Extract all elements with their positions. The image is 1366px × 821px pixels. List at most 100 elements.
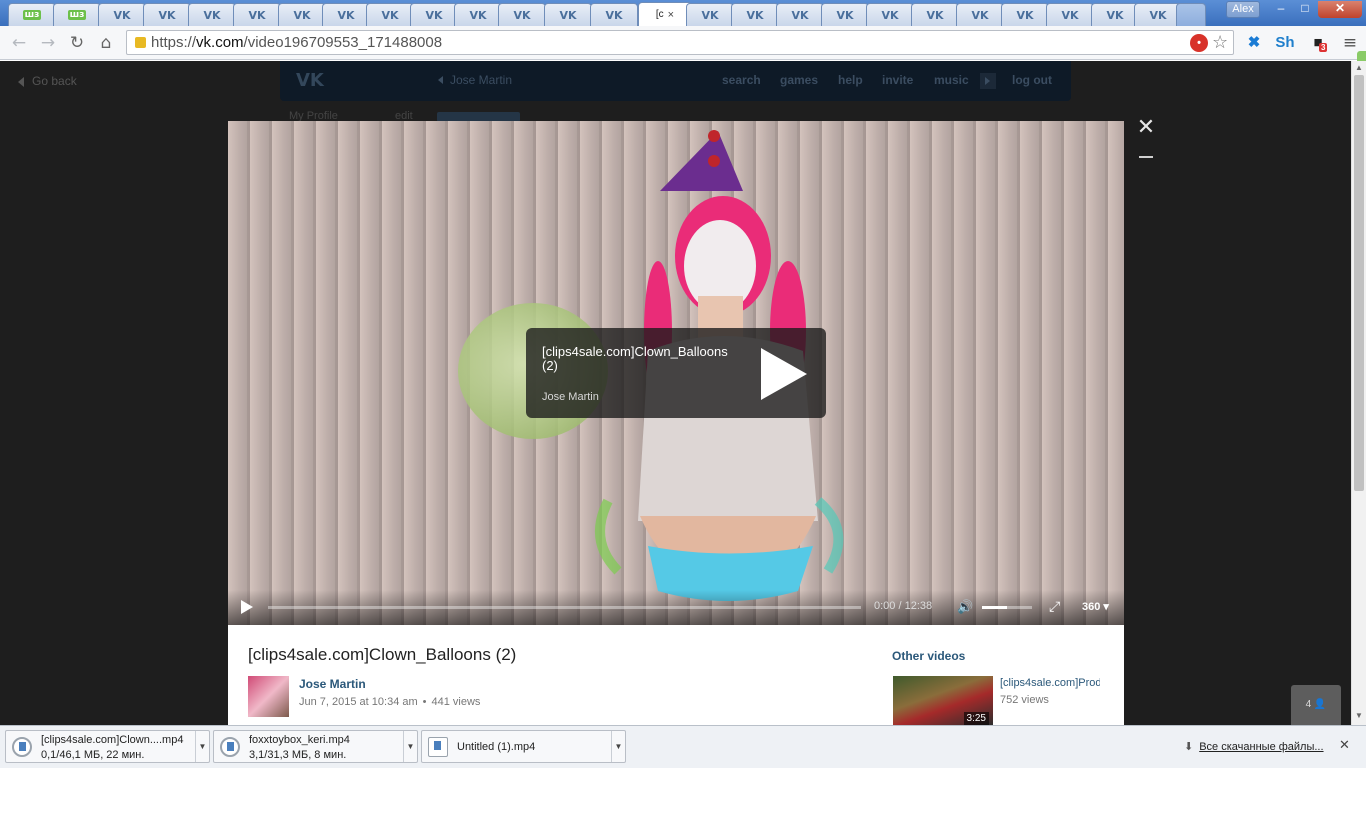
vk-icon: VK: [881, 8, 899, 22]
nav-logout[interactable]: log out: [1012, 73, 1052, 87]
volume-icon[interactable]: 🔊: [957, 600, 973, 615]
chat-count: 4: [1305, 699, 1312, 710]
tab[interactable]: VK: [1091, 3, 1139, 26]
play-icon[interactable]: [241, 600, 253, 614]
tab[interactable]: шз: [53, 3, 101, 26]
tab-active[interactable]: [c ×: [638, 2, 692, 26]
vk-icon: VK: [513, 8, 531, 22]
minimize-icon[interactable]: [1139, 156, 1153, 158]
all-downloads-label: Все скачанные файлы...: [1199, 741, 1324, 753]
new-tab-button[interactable]: [1176, 3, 1206, 26]
video-info-card[interactable]: [clips4sale.com]Clown_Balloons (2) Jose …: [526, 328, 826, 418]
close-shelf-icon[interactable]: ✕: [1339, 738, 1350, 753]
bookmark-star-icon[interactable]: ☆: [1212, 32, 1228, 53]
page-viewport: Go back VK Jose Martin search games help…: [0, 61, 1351, 725]
tab[interactable]: VK: [1046, 3, 1094, 26]
tab[interactable]: VK: [410, 3, 458, 26]
vk-icon: VK: [158, 8, 176, 22]
back-icon[interactable]: ←: [8, 32, 30, 54]
nav-music[interactable]: music: [934, 73, 969, 87]
tab[interactable]: VK: [866, 3, 914, 26]
arrow-left-icon: [438, 76, 443, 84]
tab[interactable]: VK: [590, 3, 638, 26]
extension-sh-icon[interactable]: Sh: [1274, 32, 1296, 54]
tab[interactable]: VK: [366, 3, 414, 26]
volume-slider[interactable]: [982, 606, 1032, 609]
tab[interactable]: VK: [188, 3, 236, 26]
scrollbar[interactable]: ▲ ▼: [1351, 61, 1366, 725]
tab[interactable]: VK: [686, 3, 734, 26]
card-author[interactable]: Jose Martin: [542, 391, 599, 403]
quality-label: 360: [1082, 601, 1101, 613]
vk-logo-icon[interactable]: VK: [296, 70, 324, 91]
url-text[interactable]: https://vk.com/video196709553_171488008: [151, 34, 442, 51]
progress-bar[interactable]: [268, 606, 861, 609]
related-video-views: 752 views: [1000, 694, 1049, 706]
nav-games[interactable]: games: [780, 73, 818, 87]
maximize-window-button[interactable]: □: [1294, 1, 1316, 18]
download-item[interactable]: foxxtoybox_keri.mp4 3,1/31,3 МБ, 8 мин. …: [213, 730, 418, 763]
download-menu-icon[interactable]: ▼: [195, 731, 209, 762]
download-menu-icon[interactable]: ▼: [403, 731, 417, 762]
time-display: 0:00 / 12:38: [874, 600, 933, 612]
tab[interactable]: VK: [956, 3, 1004, 26]
other-videos-heading[interactable]: Other videos: [892, 649, 965, 663]
home-icon[interactable]: ⌂: [95, 32, 117, 54]
extension-x-icon[interactable]: ✖: [1243, 32, 1265, 54]
tab[interactable]: VK: [454, 3, 502, 26]
tab[interactable]: VK: [322, 3, 370, 26]
adblock-icon[interactable]: •: [1190, 34, 1208, 52]
vk-header-user[interactable]: Jose Martin: [438, 73, 512, 87]
page-info-icon[interactable]: [135, 37, 146, 48]
tab[interactable]: VK: [776, 3, 824, 26]
download-menu-icon[interactable]: ▼: [611, 731, 625, 762]
tab[interactable]: VK: [1134, 3, 1182, 26]
vk-icon: VK: [381, 8, 399, 22]
scroll-down-icon[interactable]: ▼: [1355, 711, 1363, 720]
download-item[interactable]: [clips4sale.com]Clown....mp4 0,1/46,1 МБ…: [5, 730, 210, 763]
avatar[interactable]: [248, 676, 289, 717]
tab[interactable]: VK: [731, 3, 779, 26]
big-play-icon[interactable]: [761, 348, 807, 400]
minimize-window-button[interactable]: ‒: [1270, 1, 1292, 18]
nav-search[interactable]: search: [722, 73, 761, 87]
go-back-link[interactable]: Go back: [18, 74, 77, 88]
address-bar[interactable]: https://vk.com/video196709553_171488008 …: [126, 30, 1234, 55]
tab[interactable]: VK: [1001, 3, 1049, 26]
download-item[interactable]: Untitled (1).mp4 ▼: [421, 730, 626, 763]
video-info-panel: [clips4sale.com]Clown_Balloons (2) Jose …: [228, 625, 1124, 725]
all-downloads-link[interactable]: ⬇ Все скачанные файлы...: [1184, 740, 1324, 753]
download-progress-icon: [220, 737, 240, 757]
tab[interactable]: VK: [143, 3, 191, 26]
tab[interactable]: VK: [233, 3, 281, 26]
tab[interactable]: шз: [8, 3, 56, 26]
menu-icon[interactable]: ≡: [1340, 32, 1360, 54]
scroll-thumb[interactable]: [1354, 75, 1364, 491]
close-icon[interactable]: ✕: [1136, 117, 1156, 139]
video-player[interactable]: [clips4sale.com]Clown_Balloons (2) Jose …: [228, 121, 1124, 625]
tab[interactable]: VK: [544, 3, 592, 26]
back-arrow-icon: [18, 76, 24, 87]
tab-close-icon[interactable]: ×: [668, 9, 674, 21]
reload-icon[interactable]: ↻: [66, 32, 88, 54]
nav-more-arrow-icon[interactable]: [980, 73, 996, 89]
extension-notify-icon[interactable]: ■ 3: [1307, 32, 1329, 54]
tab[interactable]: VK: [278, 3, 326, 26]
tab[interactable]: VK: [498, 3, 546, 26]
close-window-button[interactable]: ✕: [1318, 1, 1362, 18]
fullscreen-icon[interactable]: ⤢: [1049, 599, 1060, 615]
related-duration: 3:25: [963, 712, 989, 725]
tab[interactable]: VK: [821, 3, 869, 26]
forward-icon[interactable]: →: [37, 32, 59, 54]
tab[interactable]: VK: [98, 3, 146, 26]
related-video-title[interactable]: [clips4sale.com]Produ: [1000, 677, 1100, 689]
author-link[interactable]: Jose Martin: [299, 677, 366, 691]
nav-invite[interactable]: invite: [882, 73, 913, 87]
related-video-thumbnail[interactable]: 3:25: [893, 676, 993, 725]
tab[interactable]: VK: [911, 3, 959, 26]
chat-button[interactable]: 4 👤: [1291, 685, 1341, 725]
quality-select[interactable]: 360 ▾: [1082, 600, 1109, 613]
nav-help[interactable]: help: [838, 73, 863, 87]
profile-button[interactable]: Alex: [1226, 1, 1260, 18]
scroll-up-icon[interactable]: ▲: [1355, 63, 1363, 72]
